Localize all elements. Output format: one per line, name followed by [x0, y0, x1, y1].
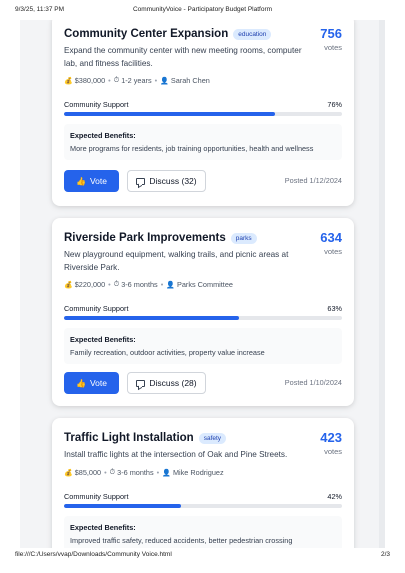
- speech-bubble-icon: [136, 177, 146, 185]
- support-row: Community Support 76%: [64, 100, 342, 109]
- category-badge: safety: [198, 432, 227, 444]
- project-proposer: Mike Rodriguez: [172, 468, 224, 477]
- project-title: Riverside Park Improvements: [64, 232, 226, 244]
- project-title: Traffic Light Installation: [64, 432, 194, 444]
- project-meta: 💰 $380,000 • ⏱ 1-2 years • 👤 Sarah Chen: [64, 76, 342, 85]
- scrollbar-track[interactable]: [379, 20, 385, 548]
- print-page-number: 2/3: [380, 551, 390, 558]
- person-icon: 👤: [166, 281, 175, 289]
- project-proposer: Sarah Chen: [170, 76, 210, 85]
- project-proposer: Parks Committee: [176, 280, 233, 289]
- person-icon: 👤: [162, 469, 171, 477]
- print-footer: file:///C:/Users/vvap/Downloads/Communit…: [15, 551, 390, 563]
- posted-date: Posted 1/10/2024: [284, 378, 342, 387]
- project-duration: 1-2 years: [121, 76, 152, 85]
- project-description: Install traffic lights at the intersecti…: [64, 450, 288, 459]
- project-duration: 3-6 months: [117, 468, 154, 477]
- money-bag-icon: 💰: [64, 281, 73, 289]
- support-row: Community Support 63%: [64, 304, 342, 313]
- benefits-text: More programs for residents, job trainin…: [70, 144, 314, 153]
- print-header: 9/3/25, 11:37 PM CommunityVoice - Partic…: [15, 6, 390, 18]
- benefits-title: Expected Benefits:: [70, 523, 136, 532]
- meta-separator: •: [104, 468, 107, 477]
- project-card: Traffic Light Installation safety 423 vo…: [52, 418, 354, 548]
- stopwatch-icon: ⏱: [113, 76, 120, 84]
- project-card: Riverside Park Improvements parks 634 vo…: [52, 218, 354, 406]
- support-label: Community Support: [64, 304, 129, 313]
- project-title: Community Center Expansion: [64, 28, 229, 40]
- meta-separator: •: [154, 76, 158, 85]
- support-progress-bar: [64, 316, 342, 320]
- vote-button-label: Vote: [89, 176, 107, 186]
- project-cost: $85,000: [74, 468, 102, 477]
- project-card: Community Center Expansion education 756…: [52, 20, 354, 206]
- votes-label: votes: [324, 447, 342, 456]
- speech-bubble-icon: [136, 379, 146, 387]
- meta-separator: •: [108, 76, 111, 85]
- votes-label: votes: [324, 247, 342, 256]
- print-page-title: CommunityVoice - Participatory Budget Pl…: [132, 6, 273, 13]
- meta-separator: •: [156, 468, 160, 477]
- person-icon: 👤: [160, 77, 169, 85]
- vote-count: 756: [320, 26, 342, 41]
- support-progress-fill: [64, 504, 181, 508]
- card-actions: 👍 Vote Discuss (28) Posted 1/10/2024: [64, 372, 342, 394]
- project-duration: 3-6 months: [121, 280, 158, 289]
- category-badge: education: [233, 28, 272, 40]
- vote-button-label: Vote: [89, 378, 107, 388]
- support-label: Community Support: [64, 492, 129, 501]
- vote-button[interactable]: 👍 Vote: [64, 372, 119, 394]
- expected-benefits: Expected Benefits: Family recreation, ou…: [64, 328, 342, 364]
- support-progress-bar: [64, 504, 342, 508]
- money-bag-icon: 💰: [64, 77, 73, 85]
- support-label: Community Support: [64, 100, 129, 109]
- posted-date: Posted 1/12/2024: [284, 176, 342, 185]
- discuss-button-label: Discuss (28): [149, 378, 197, 388]
- project-meta: 💰 $220,000 • ⏱ 3-6 months • 👤 Parks Comm…: [64, 280, 342, 289]
- stopwatch-icon: ⏱: [109, 468, 116, 476]
- support-percent: 76%: [327, 100, 342, 109]
- print-url: file:///C:/Users/vvap/Downloads/Communit…: [15, 551, 172, 558]
- benefits-title: Expected Benefits:: [70, 335, 136, 344]
- thumbs-up-icon: 👍: [76, 378, 86, 388]
- page-viewport: Community Center Expansion education 756…: [20, 20, 385, 548]
- project-description: Expand the community center with new mee…: [64, 46, 302, 68]
- benefits-title: Expected Benefits:: [70, 131, 136, 140]
- benefits-text: Family recreation, outdoor activities, p…: [70, 348, 265, 357]
- support-progress-fill: [64, 112, 276, 116]
- support-progress-bar: [64, 112, 342, 116]
- discuss-button[interactable]: Discuss (32): [127, 170, 206, 192]
- vote-button[interactable]: 👍 Vote: [64, 170, 119, 192]
- support-percent: 63%: [327, 304, 342, 313]
- money-bag-icon: 💰: [64, 469, 73, 477]
- support-percent: 42%: [327, 492, 342, 501]
- vote-count: 423: [320, 430, 342, 445]
- benefits-text: Improved traffic safety, reduced acciden…: [70, 536, 293, 545]
- meta-separator: •: [160, 280, 164, 289]
- vote-count: 634: [320, 230, 342, 245]
- project-cost: $220,000: [74, 280, 106, 289]
- expected-benefits: Expected Benefits: Improved traffic safe…: [64, 516, 342, 548]
- project-meta: 💰 $85,000 • ⏱ 3-6 months • 👤 Mike Rodrig…: [64, 468, 342, 477]
- project-cost: $380,000: [74, 76, 106, 85]
- support-row: Community Support 42%: [64, 492, 342, 501]
- thumbs-up-icon: 👍: [76, 176, 86, 186]
- expected-benefits: Expected Benefits: More programs for res…: [64, 124, 342, 160]
- discuss-button[interactable]: Discuss (28): [127, 372, 206, 394]
- support-progress-fill: [64, 316, 240, 320]
- stopwatch-icon: ⏱: [113, 280, 120, 288]
- category-badge: parks: [230, 232, 257, 244]
- votes-label: votes: [324, 43, 342, 52]
- discuss-button-label: Discuss (32): [149, 176, 197, 186]
- card-actions: 👍 Vote Discuss (32) Posted 1/12/2024: [64, 170, 342, 192]
- meta-separator: •: [108, 280, 111, 289]
- project-description: New playground equipment, walking trails…: [64, 250, 289, 272]
